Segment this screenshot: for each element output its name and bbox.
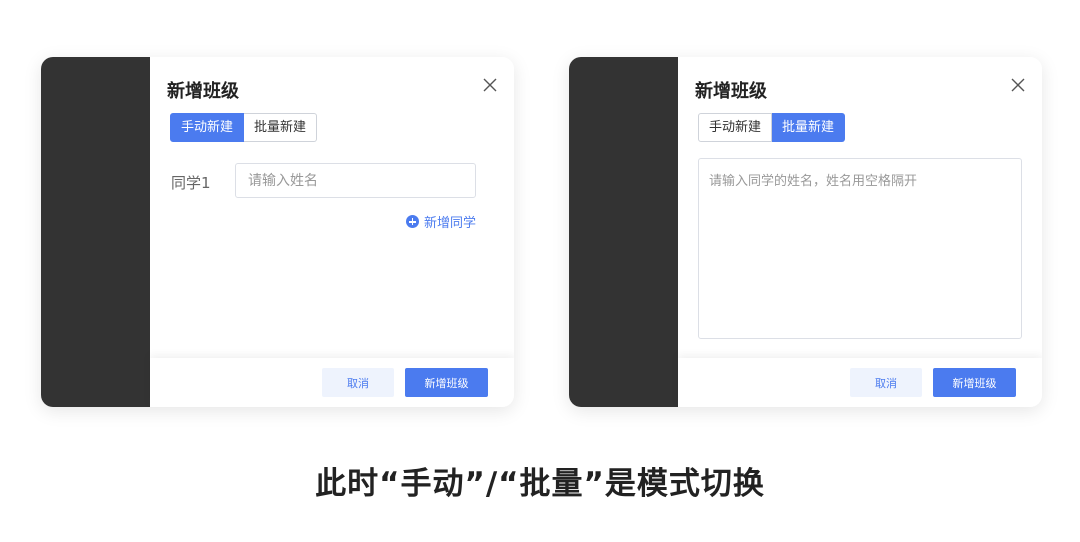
background-overlay (569, 57, 678, 407)
background-overlay (41, 57, 150, 407)
add-class-dialog: 新增班级 手动新建 批量新建 取消 新增班级 (678, 57, 1042, 407)
add-class-button[interactable]: 新增班级 (405, 368, 488, 397)
add-student-button[interactable]: 新增同学 (405, 212, 476, 231)
mode-switch: 手动新建 批量新建 (170, 113, 318, 142)
add-class-dialog: 新增班级 手动新建 批量新建 同学1 新增同学 取消 新增班级 (150, 57, 514, 407)
student-label: 同学1 (171, 174, 211, 192)
name-input[interactable] (235, 163, 476, 198)
dialog-footer: 取消 新增班级 (150, 358, 514, 407)
batch-mode-screenshot: 新增班级 手动新建 批量新建 取消 新增班级 (569, 57, 1042, 407)
close-icon[interactable] (482, 77, 498, 93)
caption: 此时“手动”/“批量”是模式切换 (315, 466, 765, 502)
dialog-footer: 取消 新增班级 (678, 358, 1042, 407)
tab-manual[interactable]: 手动新建 (170, 113, 245, 142)
tab-batch[interactable]: 批量新建 (772, 113, 846, 142)
tab-manual[interactable]: 手动新建 (698, 113, 773, 142)
dialog-title: 新增班级 (167, 81, 239, 102)
mode-switch: 手动新建 批量新建 (698, 113, 846, 142)
cancel-button[interactable]: 取消 (322, 368, 394, 397)
tab-batch[interactable]: 批量新建 (244, 113, 318, 142)
plus-circle-icon (405, 215, 419, 228)
manual-mode-screenshot: 新增班级 手动新建 批量新建 同学1 新增同学 取消 新增班级 (41, 57, 514, 407)
batch-names-textarea[interactable] (698, 158, 1022, 339)
close-icon[interactable] (1010, 77, 1026, 93)
add-class-button[interactable]: 新增班级 (933, 368, 1016, 397)
dialog-title: 新增班级 (695, 81, 767, 102)
cancel-button[interactable]: 取消 (850, 368, 922, 397)
add-student-label: 新增同学 (423, 216, 476, 231)
